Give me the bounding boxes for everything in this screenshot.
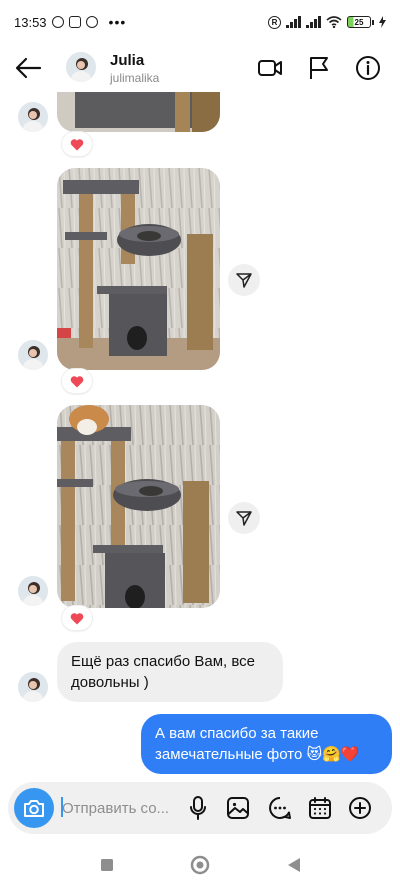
sender-avatar[interactable] (18, 340, 48, 370)
heart-icon (70, 138, 84, 150)
message-photo[interactable] (57, 92, 220, 132)
square-icon (101, 859, 113, 871)
calendar-icon (309, 797, 331, 819)
info-icon[interactable] (354, 54, 382, 82)
chat-bubble-icon (269, 797, 291, 819)
message-input[interactable] (62, 796, 182, 820)
more-options-button[interactable] (346, 794, 374, 822)
roaming-icon: R (268, 15, 281, 29)
plus-circle-icon (349, 797, 371, 819)
heart-icon (70, 612, 84, 624)
message-photo[interactable] (57, 168, 220, 370)
incoming-message[interactable]: Ещё раз спасибо Вам, все довольны ) (57, 642, 283, 702)
message-photo[interactable] (57, 405, 220, 608)
wifi-icon (326, 16, 342, 28)
contact-username: julimalika (110, 71, 160, 85)
triangle-back-icon (288, 858, 300, 872)
back-button[interactable] (283, 854, 305, 876)
back-arrow-icon[interactable] (14, 56, 42, 80)
viber-icon (51, 16, 64, 28)
sender-avatar[interactable] (18, 102, 48, 132)
facebook-icon (85, 16, 98, 28)
recents-button[interactable] (96, 854, 118, 876)
video-call-icon[interactable] (256, 54, 284, 82)
schedule-button[interactable] (306, 794, 334, 822)
status-bar: 13:53 ••• R 25 (0, 0, 400, 44)
contact-name[interactable]: Julia (110, 52, 144, 69)
chat-header: Julia julimalika (0, 44, 400, 92)
status-time: 13:53 (14, 14, 47, 30)
battery-icon: 25 (347, 16, 374, 28)
sender-avatar[interactable] (18, 672, 48, 702)
charging-icon (379, 16, 386, 28)
signal-2-icon (306, 16, 321, 28)
home-button[interactable] (189, 854, 211, 876)
outgoing-message[interactable]: А вам спасибо за такие замечательные фот… (141, 714, 392, 774)
send-icon (236, 273, 252, 288)
system-nav-bar (0, 842, 400, 889)
camera-icon (24, 800, 44, 817)
heart-reaction[interactable] (62, 132, 92, 156)
camera-button[interactable] (14, 788, 54, 828)
flag-icon[interactable] (305, 54, 333, 82)
share-button[interactable] (228, 502, 260, 534)
contact-avatar[interactable] (66, 52, 96, 82)
sticker-button[interactable] (266, 794, 294, 822)
more-notifications-icon: ••• (108, 14, 127, 30)
instagram-icon (68, 16, 81, 28)
image-icon (227, 797, 249, 819)
heart-reaction[interactable] (62, 369, 92, 393)
message-composer (8, 782, 392, 834)
share-button[interactable] (228, 264, 260, 296)
sender-avatar[interactable] (18, 576, 48, 606)
signal-icon (286, 16, 301, 28)
circle-icon (190, 855, 210, 875)
heart-reaction[interactable] (62, 606, 92, 630)
battery-level: 25 (347, 16, 371, 28)
microphone-icon (190, 796, 206, 820)
heart-icon (70, 375, 84, 387)
send-icon (236, 511, 252, 526)
gallery-button[interactable] (224, 794, 252, 822)
voice-message-button[interactable] (184, 794, 212, 822)
